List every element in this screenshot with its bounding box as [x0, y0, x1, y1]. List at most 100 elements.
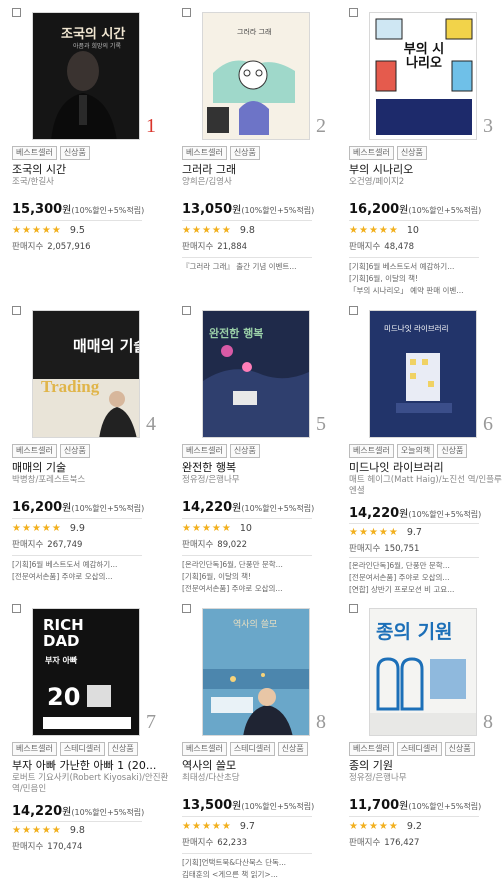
book-cover[interactable]: 그러라 그래 — [202, 12, 310, 140]
select-checkbox[interactable] — [349, 306, 358, 315]
event-note-link[interactable]: [기획]6월 베스트도서 예감하기... — [349, 261, 489, 273]
cover-title: 완전한 행복 — [209, 327, 264, 340]
star-icon: ★ — [21, 522, 31, 534]
star-icon: ★ — [358, 526, 368, 538]
star-icon: ★ — [368, 820, 378, 832]
book-author[interactable]: 정유정/은행나무 — [349, 773, 504, 784]
select-checkbox[interactable] — [349, 604, 358, 613]
book-cover[interactable]: 완전한 행복 — [202, 310, 310, 438]
event-note-link[interactable]: 김태훈의 <게으른 책 읽기>... — [182, 869, 322, 881]
star-icon: ★ — [51, 224, 61, 236]
book-price: 13,500원(10%할인+5%적립) — [182, 797, 314, 813]
rating-value: 10 — [239, 523, 252, 534]
badge-bestseller: 베스트셀러 — [349, 444, 394, 458]
star-icon: ★ — [221, 224, 231, 236]
book-cover[interactable]: 미드나잇 라이브러리 — [369, 310, 477, 438]
select-checkbox[interactable] — [12, 306, 21, 315]
rating-stars: ★ ★ ★ ★ ★ 9.9 — [12, 523, 85, 534]
book-title-link[interactable]: 부자 아빠 가난한 아빠 1 (20... — [12, 757, 182, 773]
event-notes: [온라인단독]6월, 단풍만 문학... [기획]6월, 이달의 책! [전문여… — [182, 559, 322, 595]
event-note-link[interactable]: [전문여서손품] 주야로 오삽의... — [182, 583, 322, 595]
badge-new: 신상품 — [229, 444, 260, 458]
rank-number: 6 — [483, 413, 493, 435]
select-checkbox[interactable] — [182, 604, 191, 613]
select-checkbox[interactable] — [349, 8, 358, 17]
book-title-link[interactable]: 종의 기원 — [349, 757, 504, 773]
star-icon: ★ — [41, 522, 51, 534]
event-note-link[interactable]: [온라인단독]6월, 단풍만 문학... — [349, 560, 489, 572]
rating-value: 9.7 — [406, 527, 422, 538]
book-price: 14,220원(10%할인+5%적립) — [182, 499, 314, 515]
star-icon: ★ — [378, 820, 388, 832]
rating-value: 9.5 — [69, 225, 85, 236]
event-note-link[interactable]: 「부의 시나리오」 예약 판매 이벤... — [349, 285, 489, 297]
book-cover[interactable]: Trading 매매의 기술 — [32, 310, 140, 438]
price-currency: 원 — [62, 503, 72, 514]
sales-index: 판매지수 176,427 — [349, 836, 419, 848]
sales-value: 150,751 — [384, 544, 420, 554]
book-author[interactable]: 박병창/포레스트북스 — [12, 475, 172, 486]
rating-stars: ★ ★ ★ ★ ★ 9.8 — [182, 225, 255, 236]
book-cover[interactable]: 20 RICH DAD 부자 아빠 — [32, 608, 140, 736]
cover-title: 그러라 그래 — [237, 28, 272, 36]
star-icon: ★ — [191, 820, 201, 832]
event-notes: 『그러라 그래』 출간 기념 이벤트... — [182, 261, 322, 273]
rating-value: 9.7 — [239, 821, 255, 832]
book-cover[interactable]: 역사의 쓸모 — [202, 608, 310, 736]
select-checkbox[interactable] — [182, 8, 191, 17]
event-note-link[interactable]: [기획]6월, 이달의 책! — [182, 571, 322, 583]
badge-steadyseller: 스테디셀러 — [229, 742, 275, 756]
book-title-link[interactable]: 부의 시나리오 — [349, 161, 504, 177]
book-cover[interactable]: 부의 시나리오 — [369, 12, 477, 140]
rating-value: 9.8 — [239, 225, 255, 236]
book-author[interactable]: 조국/한길사 — [12, 177, 172, 188]
event-note-link[interactable]: 『그러라 그래』 출간 기념 이벤트... — [182, 261, 322, 273]
event-note-link[interactable]: [전문여서손품] 주야로 오삽의... — [349, 572, 489, 584]
price-currency: 원 — [62, 205, 72, 216]
book-author[interactable]: 매트 헤이그(Matt Haig)/노진선 역/인플루엔셜 — [349, 475, 504, 497]
event-note-link[interactable]: [온라인단독]6월, 단풍만 문학... — [182, 559, 322, 571]
star-icon: ★ — [221, 522, 231, 534]
select-checkbox[interactable] — [182, 306, 191, 315]
book-author[interactable]: 양희은/김영사 — [182, 177, 342, 188]
book-title-link[interactable]: 매매의 기술 — [12, 459, 182, 475]
star-icon: ★ — [182, 224, 191, 236]
select-checkbox[interactable] — [12, 604, 21, 613]
star-icon: ★ — [201, 820, 211, 832]
event-note-link[interactable]: [연합] 상반기 프로모션 비 고요... — [349, 584, 489, 596]
book-title-link[interactable]: 그러라 그래 — [182, 161, 352, 177]
event-note-link[interactable]: [전문여서손품] 주야로 오삽의... — [12, 571, 152, 583]
event-note-link[interactable]: [기획]6월 베스트도서 예감하기... — [12, 559, 152, 571]
sales-value: 21,884 — [217, 242, 248, 252]
book-author[interactable]: 최태성/다산초당 — [182, 773, 342, 784]
price-value: 13,500 — [182, 798, 233, 813]
cover-title: 매매의 기술 — [73, 337, 140, 355]
price-value: 16,200 — [12, 500, 63, 515]
book-title-link[interactable]: 완전한 행복 — [182, 459, 352, 475]
book-author[interactable]: 로버트 기요사키(Robert Kiyosaki)/안진환 역/민음인 — [12, 773, 172, 795]
star-icon: ★ — [378, 224, 388, 236]
select-checkbox[interactable] — [12, 8, 21, 17]
badge-new: 신상품 — [444, 742, 475, 756]
badge-new: 신상품 — [437, 444, 468, 458]
book-title-link[interactable]: 역사의 쓸모 — [182, 757, 352, 773]
book-author[interactable]: 오건영/페이지2 — [349, 177, 504, 188]
book-cover[interactable]: 종의 기원 — [369, 608, 477, 736]
divider — [349, 523, 479, 524]
book-cover[interactable]: 조국의 시간 아픔과 희망의 기록 — [32, 12, 140, 140]
book-title-link[interactable]: 미드나잇 라이브러리 — [349, 459, 504, 475]
badge-steadyseller: 스테디셀러 — [59, 742, 105, 756]
star-icon: ★ — [41, 824, 51, 836]
event-note-link[interactable]: [기획]언택트북&다산북스 단독... — [182, 857, 322, 869]
book-title-link[interactable]: 조국의 시간 — [12, 161, 182, 177]
price-value: 14,220 — [349, 506, 400, 521]
book-author[interactable]: 정유정/은행나무 — [182, 475, 342, 486]
cover-title: 종의 기원 — [376, 621, 453, 643]
badge-new: 신상품 — [59, 146, 90, 160]
badge-new: 신상품 — [277, 742, 308, 756]
event-note-link[interactable]: [기획]6월, 이달의 책! — [349, 273, 489, 285]
sales-index: 판매지수 150,751 — [349, 542, 419, 554]
price-discount: (10%할인+5%적립) — [71, 504, 145, 513]
badge-steadyseller: 스테디셀러 — [396, 742, 442, 756]
divider — [12, 518, 142, 519]
